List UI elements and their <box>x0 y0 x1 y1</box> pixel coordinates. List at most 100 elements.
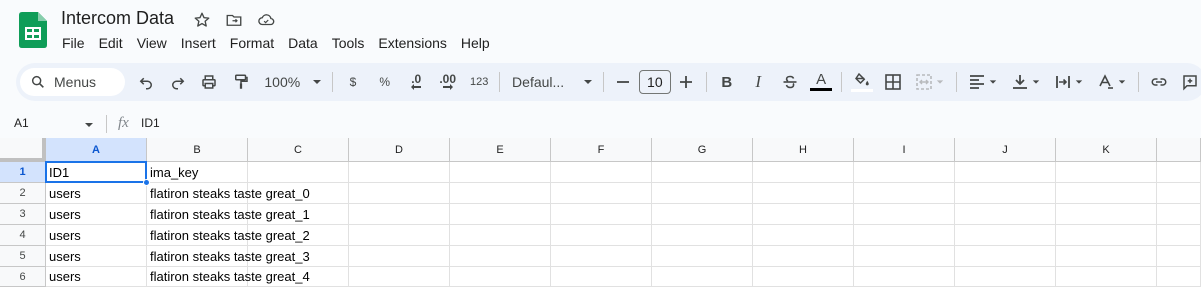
vertical-align-button[interactable] <box>1004 68 1047 96</box>
italic-button[interactable]: I <box>742 68 773 96</box>
grid-cell[interactable] <box>1157 183 1201 204</box>
grid-cell[interactable] <box>551 225 652 246</box>
column-header[interactable]: A <box>46 138 147 162</box>
grid-cell[interactable] <box>753 183 854 204</box>
grid-cell[interactable] <box>753 204 854 225</box>
grid-cell[interactable] <box>248 267 349 287</box>
grid-cell[interactable]: users <box>46 225 147 246</box>
grid-cell[interactable] <box>248 183 349 204</box>
bold-button[interactable]: B <box>711 68 742 96</box>
grid-cell[interactable] <box>450 267 551 287</box>
decrease-font-size-button[interactable] <box>608 68 639 96</box>
grid-cell[interactable] <box>1056 225 1157 246</box>
grid-cell[interactable] <box>955 225 1056 246</box>
name-box[interactable]: A1 <box>14 116 29 130</box>
row-header[interactable]: 6 <box>0 267 46 287</box>
menu-data[interactable]: Data <box>281 34 325 52</box>
grid-cell[interactable] <box>854 246 955 267</box>
grid-cell[interactable] <box>1056 183 1157 204</box>
more-formats-button[interactable]: 123 <box>463 68 495 96</box>
font-size-input[interactable]: 10 <box>639 70 671 94</box>
menu-edit[interactable]: Edit <box>92 34 130 52</box>
grid-cell[interactable] <box>955 162 1056 183</box>
merge-cells-button[interactable] <box>909 68 952 96</box>
grid-cell[interactable] <box>248 162 349 183</box>
grid-cell[interactable] <box>854 204 955 225</box>
grid-cell[interactable] <box>551 162 652 183</box>
grid-cell[interactable] <box>652 204 753 225</box>
menu-extensions[interactable]: Extensions <box>371 34 453 52</box>
percent-format-button[interactable]: % <box>369 68 401 96</box>
grid-cell[interactable] <box>1056 267 1157 287</box>
sheets-logo-icon[interactable] <box>19 12 47 48</box>
grid-cell[interactable] <box>955 246 1056 267</box>
column-header[interactable]: B <box>147 138 248 162</box>
column-header[interactable]: G <box>652 138 753 162</box>
grid-cell[interactable] <box>248 246 349 267</box>
grid-cell[interactable] <box>349 246 450 267</box>
grid-cell[interactable] <box>1157 162 1201 183</box>
star-icon[interactable] <box>192 10 212 30</box>
grid-cell[interactable] <box>450 246 551 267</box>
grid-cell[interactable] <box>1157 267 1201 287</box>
increase-font-size-button[interactable] <box>671 68 702 96</box>
grid-cell[interactable] <box>248 204 349 225</box>
grid-cell[interactable]: flatiron steaks taste great_1 <box>147 204 310 225</box>
grid-cell[interactable]: users <box>46 183 147 204</box>
horizontal-align-button[interactable] <box>961 68 1004 96</box>
grid-cell[interactable] <box>955 204 1056 225</box>
grid-cell[interactable] <box>551 204 652 225</box>
grid-cell[interactable] <box>1157 246 1201 267</box>
row-header[interactable]: 3 <box>0 204 46 225</box>
grid-cell[interactable] <box>1056 162 1157 183</box>
grid-cell[interactable] <box>450 162 551 183</box>
grid-cell[interactable]: flatiron steaks taste great_0 <box>147 183 310 204</box>
grid-cell[interactable] <box>1056 204 1157 225</box>
grid-cell[interactable] <box>854 267 955 287</box>
print-button[interactable] <box>193 68 224 96</box>
grid-cell[interactable] <box>753 267 854 287</box>
grid-cell[interactable]: users <box>46 246 147 267</box>
strikethrough-button[interactable] <box>774 68 805 96</box>
row-header[interactable]: 2 <box>0 183 46 204</box>
grid-cell[interactable] <box>955 183 1056 204</box>
row-header[interactable]: 5 <box>0 246 46 267</box>
menu-file[interactable]: File <box>55 34 92 52</box>
column-header[interactable]: J <box>955 138 1056 162</box>
menu-format[interactable]: Format <box>223 34 281 52</box>
grid-cell[interactable] <box>854 162 955 183</box>
column-header[interactable]: K <box>1056 138 1157 162</box>
borders-button[interactable] <box>877 68 908 96</box>
grid-cell[interactable] <box>349 162 450 183</box>
grid-cell[interactable]: flatiron steaks taste great_2 <box>147 225 310 246</box>
grid-cell[interactable] <box>854 183 955 204</box>
menu-tools[interactable]: Tools <box>325 34 372 52</box>
search-menus-button[interactable]: Menus <box>20 68 125 96</box>
grid-cell[interactable] <box>1157 225 1201 246</box>
grid-cell[interactable] <box>349 204 450 225</box>
text-wrapping-button[interactable] <box>1047 68 1090 96</box>
grid-cell[interactable] <box>551 267 652 287</box>
column-header[interactable]: D <box>349 138 450 162</box>
grid-cell[interactable] <box>349 183 450 204</box>
row-header[interactable]: 4 <box>0 225 46 246</box>
grid-cell[interactable]: flatiron steaks taste great_3 <box>147 246 310 267</box>
column-header[interactable]: F <box>551 138 652 162</box>
text-color-button[interactable]: A <box>805 68 836 96</box>
grid-cell[interactable] <box>652 225 753 246</box>
currency-format-button[interactable]: $ <box>337 68 369 96</box>
grid-cell[interactable] <box>551 183 652 204</box>
insert-comment-button[interactable] <box>1174 68 1201 96</box>
grid-cell[interactable] <box>349 267 450 287</box>
insert-link-button[interactable] <box>1143 68 1174 96</box>
column-header[interactable]: E <box>450 138 551 162</box>
column-header[interactable] <box>1157 138 1201 162</box>
undo-button[interactable] <box>131 68 162 96</box>
grid-cell[interactable]: users <box>46 267 147 287</box>
column-header[interactable]: H <box>753 138 854 162</box>
grid-cell[interactable]: flatiron steaks taste great_4 <box>147 267 310 287</box>
grid-cell[interactable]: ima_key <box>147 162 248 183</box>
menu-help[interactable]: Help <box>454 34 497 52</box>
grid-cell[interactable] <box>955 267 1056 287</box>
text-rotation-button[interactable] <box>1091 68 1134 96</box>
